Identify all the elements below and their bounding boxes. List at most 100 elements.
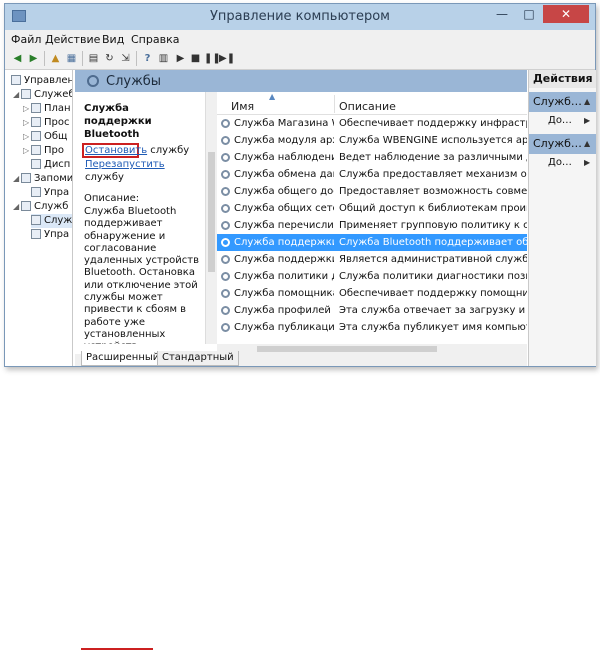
- tree-item[interactable]: ◢ Служеб: [13, 88, 72, 102]
- properties-icon[interactable]: ▤: [87, 52, 100, 65]
- stop-service-icon[interactable]: ■: [189, 52, 202, 65]
- action-pane-icon[interactable]: ▥: [157, 52, 170, 65]
- description-label: Описание:: [84, 193, 140, 204]
- table-row[interactable]: Служба обмена дан… Служба предоставляет м…: [217, 166, 527, 183]
- title-bar: Управление компьютером — □ ✕: [5, 4, 595, 30]
- extended-description-pane: Служба поддержки Bluetooth Остановить сл…: [75, 92, 206, 344]
- restart-service-line: Перезапустить службу: [85, 158, 205, 184]
- actions-section-selected[interactable]: Служб… ▲: [529, 134, 596, 154]
- start-service-icon[interactable]: ▶: [174, 52, 187, 65]
- service-name-cell: Служба публикации …: [234, 322, 334, 333]
- toolbar-separator: [44, 51, 45, 66]
- table-row[interactable]: Служба помощника … Обеспечивает поддержку…: [217, 285, 527, 302]
- service-name-cell: Служба наблюдения…: [234, 152, 334, 163]
- collapse-arrow-icon: ▲: [584, 97, 591, 106]
- sort-up-icon: ▲: [269, 92, 276, 101]
- gear-icon: [221, 255, 230, 264]
- column-name[interactable]: Имя: [231, 100, 254, 113]
- gear-icon: [221, 187, 230, 196]
- tree-item[interactable]: ◢ Запоми: [13, 172, 72, 186]
- menu-view[interactable]: Вид: [102, 33, 124, 46]
- selected-service-name: Служба поддержки Bluetooth: [84, 103, 152, 140]
- actions-item-more[interactable]: До… ▶: [529, 155, 596, 171]
- tab-extended[interactable]: Расширенный: [81, 351, 165, 366]
- table-row[interactable]: Служба наблюдения… Ведет наблюдение за ра…: [217, 149, 527, 166]
- table-row[interactable]: Служба публикации … Эта служба публикует …: [217, 319, 527, 336]
- gear-icon: [221, 119, 230, 128]
- service-description-cell: Эта служба отвечает за загрузку и выг: [339, 305, 527, 316]
- table-row[interactable]: Служба общих сетев… Общий доступ к библио…: [217, 200, 527, 217]
- forward-icon[interactable]: ▶: [27, 52, 40, 65]
- gear-icon: [221, 221, 230, 230]
- table-row[interactable]: Служба перечислите… Применяет групповую п…: [217, 217, 527, 234]
- device-manager-icon: [31, 159, 41, 169]
- gear-icon: [221, 289, 230, 298]
- tree-item[interactable]: Управлен: [11, 74, 72, 88]
- tree-item[interactable]: Упра: [31, 186, 69, 200]
- service-description-cell: Служба Bluetooth поддерживает обнар: [339, 237, 527, 248]
- table-row[interactable]: Служба Магазина Wi Обеспечивает поддержку…: [217, 115, 527, 132]
- pause-service-icon[interactable]: ❚❚: [204, 52, 221, 65]
- horizontal-scrollbar[interactable]: [217, 344, 527, 354]
- tree-item[interactable]: ▷ План: [23, 102, 71, 116]
- maximize-button[interactable]: □: [516, 5, 542, 23]
- back-icon[interactable]: ◀: [11, 52, 24, 65]
- gear-icon: [221, 272, 230, 281]
- menu-file[interactable]: Файл: [11, 33, 41, 46]
- service-description-cell: Общий доступ к библиотекам проигры: [339, 203, 527, 214]
- tree-item[interactable]: ▷ Прос: [23, 116, 69, 130]
- expanded-arrow-icon: ◢: [13, 90, 20, 99]
- tree-item[interactable]: ◢ Служб: [13, 200, 68, 214]
- actions-section-services[interactable]: Служб… ▲: [529, 92, 596, 112]
- storage-icon: [21, 173, 31, 183]
- table-row[interactable]: Служба модуля архи Служба WBENGINE исполь…: [217, 132, 527, 149]
- table-row[interactable]: Служба профилей п… Эта служба отвечает за…: [217, 302, 527, 319]
- table-row[interactable]: Служба политики ди… Служба политики диагн…: [217, 268, 527, 285]
- restart-service-icon[interactable]: ▶❚: [219, 52, 235, 65]
- service-description-cell: Обеспечивает поддержку помощника п: [339, 288, 527, 299]
- main-content: Управлен ◢ Служеб ▷ План ▷ Прос ▷ Общ ▷ Про Д…: [5, 70, 596, 650]
- column-description[interactable]: Описание: [339, 100, 396, 113]
- show-hide-tree-icon[interactable]: ▦: [65, 52, 78, 65]
- tab-standard[interactable]: Стандартный: [157, 351, 239, 366]
- service-description-cell: Ведет наблюдение за различными датч: [339, 152, 527, 163]
- description-text: Служба Bluetooth поддерживает обнаружени…: [84, 206, 199, 344]
- table-row[interactable]: Служба поддержки ж… Является администрати…: [217, 251, 527, 268]
- gear-icon: [221, 323, 230, 332]
- restart-suffix: службу: [85, 172, 124, 183]
- tree-item[interactable]: Упра: [31, 228, 69, 242]
- export-list-icon[interactable]: ⇲: [119, 52, 132, 65]
- scroll-thumb[interactable]: [257, 346, 437, 352]
- table-header: ▲ Имя Описание: [217, 92, 527, 115]
- column-divider[interactable]: [334, 95, 335, 113]
- tree-item[interactable]: ▷ Про: [23, 144, 64, 158]
- minimize-button[interactable]: —: [489, 5, 515, 23]
- table-row[interactable]: Служба поддержки B… Служба Bluetooth подд…: [217, 234, 527, 251]
- service-description-cell: Является административной службой I: [339, 254, 527, 265]
- table-row[interactable]: Служба общего дост… Предоставляет возможн…: [217, 183, 527, 200]
- actions-item-more[interactable]: До… ▶: [529, 113, 596, 129]
- service-name-cell: Служба перечислите…: [234, 220, 334, 231]
- service-name-cell: Служба помощника …: [234, 288, 334, 299]
- up-folder-icon[interactable]: ▲: [49, 52, 62, 65]
- tree-item-services[interactable]: Служ: [31, 214, 72, 228]
- scroll-thumb[interactable]: [208, 152, 215, 272]
- service-name-cell: Служба модуля архи: [234, 135, 334, 146]
- menu-action[interactable]: Действие: [45, 33, 100, 46]
- help-icon[interactable]: ?: [141, 52, 154, 65]
- stop-service-link[interactable]: Остановить: [85, 145, 147, 156]
- vertical-scrollbar[interactable]: [206, 92, 217, 344]
- service-name-cell: Служба профилей п…: [234, 305, 334, 316]
- actions-pane: Действия Служб… ▲ До… ▶ Служб… ▲ До… ▶: [528, 70, 596, 366]
- toolbar: ◀ ▶ ▲ ▦ ▤ ↻ ⇲ ? ▥ ▶ ■ ❚❚ ▶❚: [5, 48, 595, 70]
- refresh-icon[interactable]: ↻: [103, 52, 116, 65]
- collapsed-arrow-icon: ▷: [23, 132, 30, 141]
- tree-item[interactable]: ▷ Общ: [23, 130, 67, 144]
- menu-help[interactable]: Справка: [131, 33, 179, 46]
- restart-service-link[interactable]: Перезапустить: [85, 159, 165, 170]
- service-description-cell: Предоставляет возможность совместно: [339, 186, 527, 197]
- services-apps-icon: [21, 201, 31, 211]
- close-button[interactable]: ✕: [543, 5, 589, 23]
- tree-item[interactable]: Дисп: [31, 158, 70, 172]
- services-title: Службы: [106, 74, 162, 89]
